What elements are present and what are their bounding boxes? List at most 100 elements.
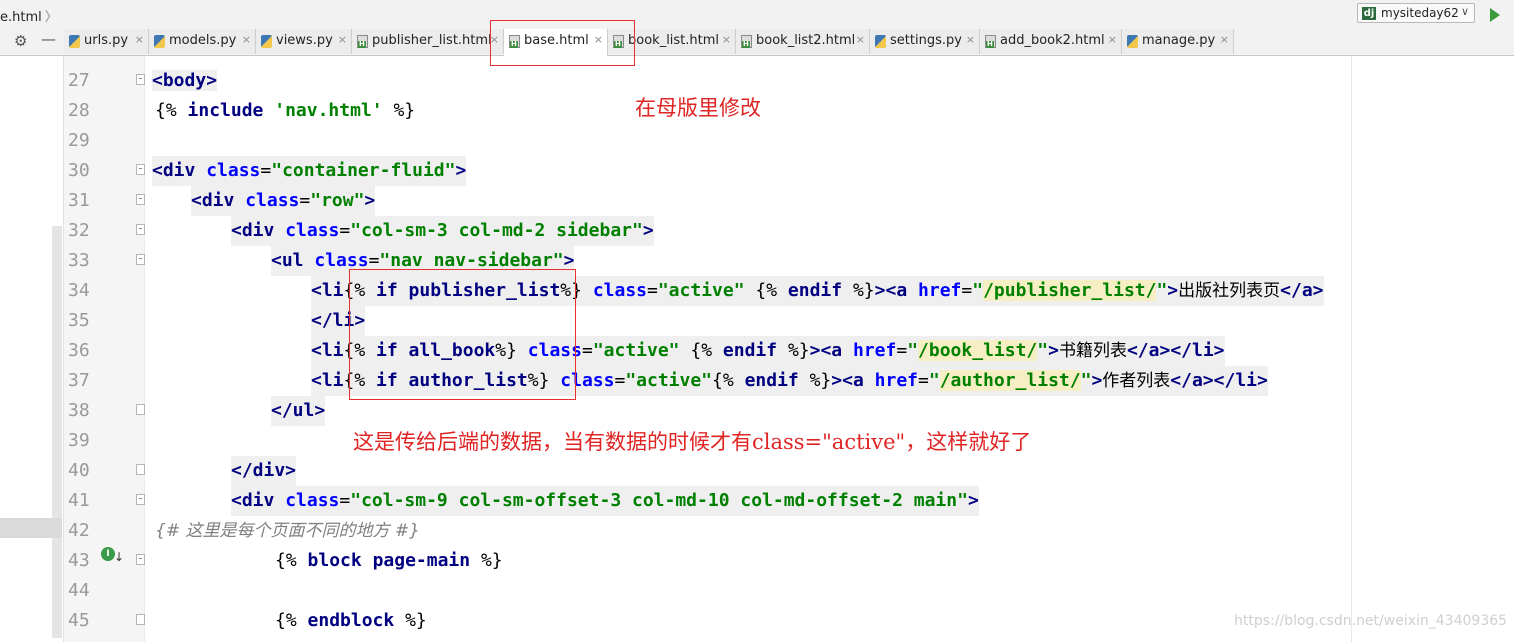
python-file-icon [69, 35, 80, 48]
attr-quote: " [1156, 280, 1168, 301]
code-line[interactable]: 44 [0, 576, 1514, 606]
code-line[interactable]: 36 <li{% if all_book%} class="active" {%… [0, 336, 1514, 366]
gear-icon[interactable]: ⚙ [14, 32, 27, 50]
close-icon[interactable]: × [242, 33, 251, 46]
line-number: 30 [68, 160, 90, 181]
chevron-down-icon: ∨ [1460, 5, 1469, 18]
breadcrumb-file[interactable]: e.html [0, 10, 42, 25]
template-keyword: endif [722, 340, 778, 361]
attr-equals: = [961, 280, 973, 301]
attr-name: class [314, 250, 369, 271]
tab-label: settings.py [890, 33, 962, 48]
line-number: 40 [68, 460, 90, 481]
link-text: 作者列表 [1102, 371, 1171, 391]
fold-icon[interactable] [136, 194, 145, 205]
line-number: 27 [68, 70, 90, 91]
tab-label: publisher_list.html [372, 33, 492, 48]
fold-icon[interactable] [136, 464, 145, 475]
line-number: 38 [68, 400, 90, 421]
attr-quote: " [972, 280, 984, 301]
tag-bracket: < [231, 490, 242, 511]
tag-name: div [241, 490, 275, 511]
tag-bracket: > [809, 340, 821, 361]
attr-name: class [285, 220, 340, 241]
attr-value: "active" [625, 370, 713, 391]
tab-views-py[interactable]: views.py × [256, 29, 352, 54]
hide-icon[interactable]: — [41, 30, 56, 48]
fold-icon[interactable] [136, 224, 145, 235]
code-line[interactable]: 38 </ul> [0, 396, 1514, 426]
close-icon[interactable]: × [135, 33, 144, 46]
code-line[interactable]: 30 <div class="container-fluid"> [0, 156, 1514, 186]
attr-equals: = [339, 220, 351, 241]
code-line[interactable]: 41 <div class="col-sm-9 col-sm-offset-3 … [0, 486, 1514, 516]
line-number: 43 [68, 550, 90, 571]
tag-open: <a [820, 340, 843, 361]
tag-name: div [162, 160, 196, 181]
tab-manage-py[interactable]: manage.py × [1122, 29, 1234, 54]
line-number: 33 [68, 250, 90, 271]
attr-name: href [918, 280, 962, 301]
template-keyword: block [307, 550, 362, 571]
close-icon[interactable]: × [1220, 33, 1229, 46]
code-line[interactable]: 29 [0, 126, 1514, 156]
template-open: {% [275, 550, 297, 571]
line-number: 42 [68, 520, 90, 541]
close-icon[interactable]: × [966, 33, 975, 46]
run-icon[interactable] [1490, 8, 1500, 22]
fold-icon[interactable] [136, 74, 145, 85]
tag-bracket: > [206, 70, 218, 91]
tag-close: </a> [1170, 370, 1214, 391]
tab-settings-py[interactable]: settings.py × [870, 29, 980, 54]
tag-close: </a> [1280, 280, 1324, 301]
tag-close: </div> [231, 460, 297, 481]
watermark: https://blog.csdn.net/weixin_43409365 [1234, 613, 1508, 629]
implemented-icon[interactable]: I [101, 547, 115, 561]
tag-open: <a [885, 280, 908, 301]
attr-quote: " [907, 340, 919, 361]
tag-bracket: > [455, 160, 467, 181]
tag-bracket: > [874, 280, 886, 301]
template-open: {% [690, 340, 713, 361]
close-icon[interactable]: × [722, 33, 731, 46]
code-line[interactable]: 32 <div class="col-sm-3 col-md-2 sidebar… [0, 216, 1514, 246]
tab-publisher-list-html[interactable]: publisher_list.html × [352, 29, 504, 54]
code-line[interactable]: 42 {# 这里是每个页面不同的地方 #} [0, 516, 1514, 546]
code-editor[interactable]: 27 <body> 28 {% include 'nav.html' %} 29… [0, 56, 1514, 642]
run-configuration-select[interactable]: dj mysiteday62 ∨ [1357, 3, 1475, 23]
template-close: %} [852, 280, 875, 301]
link-text: 书籍列表 [1058, 341, 1127, 361]
fold-icon[interactable] [136, 404, 145, 415]
attr-value: "active" [657, 280, 745, 301]
tag-bracket: > [831, 370, 843, 391]
code-line[interactable]: 34 <li{% if publisher_list%} class="acti… [0, 276, 1514, 306]
tab-book-list2-html[interactable]: book_list2.html × [736, 29, 870, 54]
fold-icon[interactable] [136, 614, 145, 625]
tab-label: urls.py [84, 33, 129, 48]
tab-models-py[interactable]: models.py × [149, 29, 256, 54]
code-line[interactable]: 35 </li> [0, 306, 1514, 336]
close-icon[interactable]: × [856, 33, 865, 46]
template-open: {% [275, 610, 297, 631]
breadcrumb[interactable]: e.html 〉 [0, 6, 58, 25]
code-line[interactable]: 40 </div> [0, 456, 1514, 486]
tab-add-book2-html[interactable]: add_book2.html × [980, 29, 1122, 54]
code-line[interactable]: 33 <ul class="nav nav-sidebar"> [0, 246, 1514, 276]
code-line[interactable]: 37 <li{% if author_list%} class="active"… [0, 366, 1514, 396]
template-close: %} [809, 370, 832, 391]
template-keyword: include [187, 100, 264, 121]
fold-icon[interactable] [136, 254, 145, 265]
template-keyword: endif [744, 370, 799, 391]
line-number: 44 [68, 580, 90, 601]
code-line[interactable]: 43 {% block page-main %} [0, 546, 1514, 576]
close-icon[interactable]: × [338, 33, 347, 46]
tag-name: ul [281, 250, 304, 271]
line-number: 34 [68, 280, 90, 301]
fold-icon[interactable] [136, 164, 145, 175]
tab-urls-py[interactable]: urls.py × [64, 29, 149, 54]
fold-icon[interactable] [136, 554, 145, 565]
fold-icon[interactable] [136, 494, 145, 505]
close-icon[interactable]: × [1108, 33, 1117, 46]
python-file-icon [875, 35, 886, 48]
code-line[interactable]: 31 <div class="row"> [0, 186, 1514, 216]
